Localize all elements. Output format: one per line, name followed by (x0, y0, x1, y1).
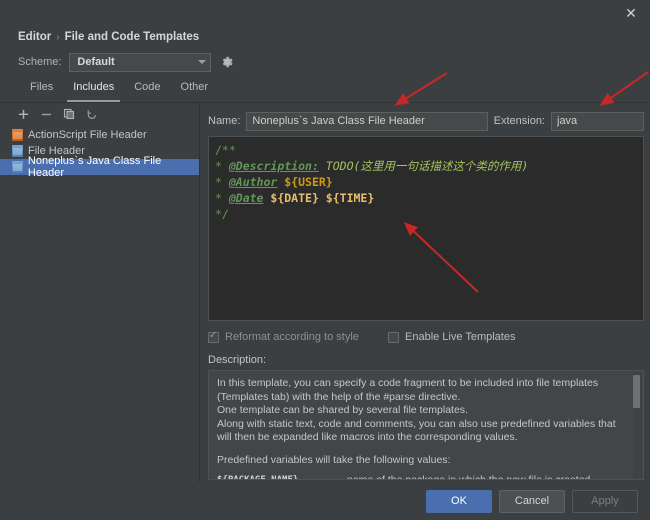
breadcrumb-root[interactable]: Editor (18, 31, 51, 43)
minus-icon[interactable] (39, 107, 53, 121)
reformat-label: Reformat according to style (225, 331, 359, 343)
code-line-5: */ (215, 207, 229, 221)
scheme-row: Scheme: Default (0, 46, 650, 72)
templates-list: ActionScript File Header File Header Non… (0, 125, 199, 175)
tab-includes[interactable]: Includes (63, 80, 124, 102)
list-item[interactable]: Noneplus`s Java Class File Header (0, 159, 199, 175)
code-line-4-star: * (215, 191, 229, 205)
editor-options-row: Reformat according to style Enable Live … (208, 328, 644, 346)
name-label: Name: (208, 115, 240, 127)
description-scrollbar[interactable] (633, 372, 642, 478)
file-icon-orange (12, 129, 23, 141)
file-icon-blue (12, 145, 23, 157)
template-editor-pane: Name: Extension: /** * @Description: TOD… (200, 103, 650, 484)
breadcrumb-current: File and Code Templates (65, 31, 200, 43)
description-title: Description: (208, 354, 644, 366)
close-icon[interactable]: ✕ (620, 3, 642, 23)
extension-label: Extension: (494, 115, 545, 127)
copy-icon[interactable] (62, 107, 76, 121)
variable-name: ${PACKAGE_NAME} (217, 474, 347, 480)
code-line-3-star: * (215, 175, 229, 189)
gear-icon[interactable] (219, 55, 234, 70)
chevron-down-icon (198, 60, 206, 64)
description-para-1: In this template, you can specify a code… (217, 377, 631, 404)
templates-toolbar (0, 103, 199, 125)
breadcrumb: Editor › File and Code Templates (0, 26, 650, 46)
reformat-checkbox[interactable]: Reformat according to style (208, 331, 388, 343)
code-tag-author: @Author (229, 175, 277, 189)
tab-files[interactable]: Files (20, 80, 63, 102)
code-todo-text: TODO(这里用一句话描述这个类的作用) (319, 159, 528, 173)
breadcrumb-separator-icon: › (56, 32, 59, 43)
description-para-2: One template can be shared by several fi… (217, 404, 631, 418)
description-spacer (217, 445, 631, 454)
checkbox-checked-icon (208, 332, 219, 343)
file-icon-blue (12, 161, 23, 173)
code-line-2-star: * (215, 159, 229, 173)
list-item[interactable]: ActionScript File Header (0, 127, 199, 143)
dialog-body: ActionScript File Header File Header Non… (0, 103, 650, 484)
reset-icon[interactable] (85, 107, 99, 121)
name-input[interactable] (246, 112, 487, 131)
code-tag-description: @Description: (229, 159, 319, 173)
list-item-label: Noneplus`s Java Class File Header (28, 155, 199, 179)
template-fields-row: Name: Extension: (208, 109, 644, 133)
plus-icon[interactable] (16, 107, 30, 121)
description-variable-row: ${PACKAGE_NAME} name of the package in w… (217, 474, 631, 480)
scheme-label: Scheme: (18, 56, 61, 68)
description-panel: In this template, you can specify a code… (208, 370, 644, 480)
description-scrollbar-thumb[interactable] (633, 375, 640, 408)
cancel-button[interactable]: Cancel (499, 490, 565, 513)
description-para-3: Along with static text, code and comment… (217, 418, 631, 445)
template-category-tabs: Files Includes Code Other (0, 80, 650, 102)
file-and-code-templates-dialog: ✕ Editor › File and Code Templates Schem… (0, 0, 650, 520)
live-templates-label: Enable Live Templates (405, 331, 515, 343)
live-templates-checkbox[interactable]: Enable Live Templates (388, 331, 515, 343)
code-var-date: ${DATE} (263, 191, 318, 205)
code-var-user: ${USER} (277, 175, 332, 189)
description-para-4: Predefined variables will take the follo… (217, 454, 631, 468)
tab-code[interactable]: Code (124, 80, 170, 102)
scheme-select[interactable]: Default (69, 53, 211, 72)
dialog-titlebar: ✕ (0, 0, 650, 26)
variable-description: name of the package in which the new fil… (347, 474, 590, 480)
code-var-time: ${TIME} (319, 191, 374, 205)
list-item-label: ActionScript File Header (28, 129, 147, 141)
checkbox-unchecked-icon (388, 332, 399, 343)
dialog-footer: OK Cancel Apply (0, 482, 650, 520)
code-line-1: /** (215, 143, 236, 157)
template-code-editor[interactable]: /** * @Description: TODO(这里用一句话描述这个类的作用)… (208, 136, 644, 321)
scheme-selected-value: Default (77, 56, 198, 68)
ok-button[interactable]: OK (426, 490, 492, 513)
tab-other[interactable]: Other (171, 80, 219, 102)
templates-pane: ActionScript File Header File Header Non… (0, 103, 200, 484)
apply-button: Apply (572, 490, 638, 513)
extension-input[interactable] (551, 112, 644, 131)
code-tag-date: @Date (229, 191, 264, 205)
